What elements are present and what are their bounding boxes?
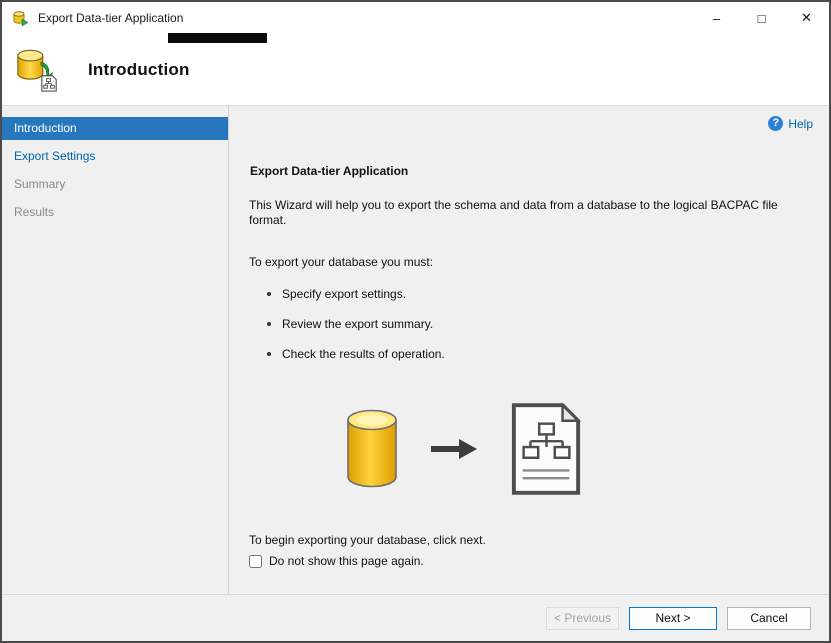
list-item: Check the results of operation. [249, 347, 809, 361]
wizard-footer: < Previous Next > Cancel [2, 594, 829, 641]
requirements-label: To export your database you must: [249, 255, 434, 269]
sidebar-item-results: Results [14, 205, 55, 219]
do-not-show-row: Do not show this page again. [249, 554, 809, 568]
sidebar-item-summary: Summary [14, 177, 66, 191]
sidebar-item-export-settings[interactable]: Export Settings [2, 145, 228, 168]
window-title: Export Data-tier Application [38, 11, 184, 25]
bullet-text: Review the export summary. [282, 317, 434, 331]
list-item: Specify export settings. [249, 287, 809, 301]
cancel-button[interactable]: Cancel [727, 606, 811, 630]
next-button[interactable]: Next > [629, 606, 717, 630]
bullet-dot-icon [267, 322, 271, 326]
export-illustration [345, 401, 809, 501]
right-arrow-icon [431, 437, 477, 466]
sidebar-item-introduction[interactable]: Introduction [2, 117, 228, 140]
export-dac-header-icon [15, 47, 61, 93]
bullet-dot-icon [267, 352, 271, 356]
list-item: Review the export summary. [249, 317, 809, 331]
minimize-button[interactable]: – [694, 2, 739, 34]
app-database-export-icon [12, 10, 29, 27]
bullet-dot-icon [267, 292, 271, 296]
wizard-body: Introduction Export Settings Summary Res… [2, 105, 829, 594]
wizard-content-pane: ? Help Export Data-tier Application This… [229, 106, 829, 594]
page-title: Introduction [88, 59, 190, 79]
content-heading: Export Data-tier Application [250, 164, 409, 178]
requirements-list: Specify export settings. Review the expo… [249, 287, 809, 361]
do-not-show-checkbox[interactable] [249, 554, 262, 568]
help-link[interactable]: ? Help [768, 116, 813, 131]
bacpac-document-icon [509, 401, 583, 501]
help-label: Help [788, 116, 813, 131]
export-data-tier-wizard-window: Export Data-tier Application – □ ✕ Intro… [0, 0, 831, 643]
window-controls: – □ ✕ [694, 2, 829, 34]
do-not-show-label: Do not show this page again. [269, 554, 424, 568]
title-bar: Export Data-tier Application – □ ✕ [2, 2, 829, 34]
previous-button: < Previous [546, 606, 619, 630]
help-icon: ? [768, 116, 784, 131]
close-button[interactable]: ✕ [784, 2, 829, 34]
dark-strip-artifact [168, 33, 267, 43]
intro-paragraph: This Wizard will help you to export the … [249, 198, 778, 227]
wizard-steps-sidebar: Introduction Export Settings Summary Res… [2, 106, 229, 594]
database-cylinder-icon [345, 409, 399, 494]
maximize-button[interactable]: □ [739, 2, 784, 34]
wizard-header: Introduction [2, 33, 829, 105]
bullet-text: Check the results of operation. [282, 347, 445, 361]
begin-export-text: To begin exporting your database, click … [249, 533, 486, 547]
bullet-text: Specify export settings. [282, 287, 407, 301]
